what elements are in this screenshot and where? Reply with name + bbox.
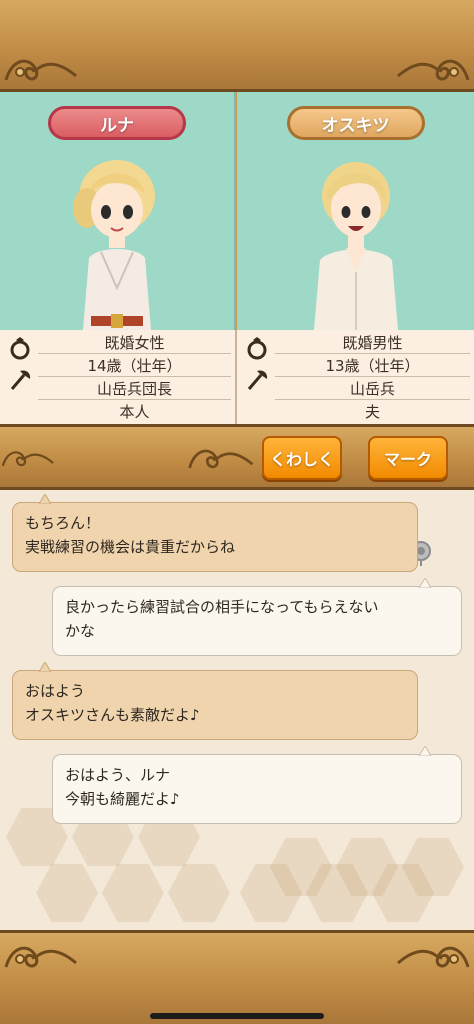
marital-status: 既婚女性 bbox=[38, 331, 231, 354]
age: 13歳（壮年） bbox=[275, 354, 470, 377]
message-line: かな bbox=[65, 622, 96, 640]
avatar-left bbox=[57, 148, 177, 330]
message-line: オスキツさんも素敵だよ♪ bbox=[25, 706, 200, 724]
ring-icon bbox=[245, 336, 269, 360]
avatar-right bbox=[296, 148, 416, 330]
menu-hex-bg bbox=[168, 863, 230, 923]
marital-status: 既婚男性 bbox=[275, 331, 470, 354]
message-line: 良かったら練習試合の相手になってもらえない bbox=[65, 598, 379, 616]
bottom-frame bbox=[0, 930, 474, 1024]
ornament-scroll-icon bbox=[2, 52, 80, 86]
relation: 本人 bbox=[119, 403, 150, 421]
chat-bubble-incoming: おはよう オスキツさんも素敵だよ♪ bbox=[12, 662, 418, 740]
info-panel-right: 既婚男性 13歳（壮年） 山岳兵 夫 bbox=[237, 330, 474, 424]
character-panel-right: オスキツ bbox=[237, 92, 474, 330]
mark-button[interactable]: マーク bbox=[368, 436, 448, 480]
axe-icon bbox=[245, 367, 269, 391]
ring-icon bbox=[8, 336, 32, 360]
character-name-right[interactable]: オスキツ bbox=[286, 106, 425, 140]
chat-bubble-outgoing: 良かったら練習試合の相手になってもらえない かな bbox=[52, 578, 462, 656]
top-frame bbox=[0, 0, 474, 92]
job: 山岳兵 bbox=[275, 377, 470, 400]
ornament-scroll-icon bbox=[394, 52, 472, 86]
axe-icon bbox=[8, 367, 32, 391]
info-panel-left: 既婚女性 14歳（壮年） 山岳兵団長 本人 bbox=[0, 330, 237, 424]
message-line: おはよう bbox=[25, 682, 86, 700]
message-line: もちろん！ bbox=[25, 514, 101, 532]
ornament-scroll-icon bbox=[186, 441, 256, 475]
chat-bubble-outgoing: おはよう、ルナ 今朝も綺麗だよ♪ bbox=[52, 746, 462, 824]
menu-hex-bg bbox=[36, 863, 98, 923]
ornament-scroll-icon bbox=[394, 939, 472, 973]
message-line: おはよう、ルナ bbox=[65, 766, 171, 784]
age: 14歳（壮年） bbox=[38, 354, 231, 377]
details-button[interactable]: くわしく bbox=[262, 436, 342, 480]
menu-hex-bg bbox=[102, 863, 164, 923]
character-panel-left: ルナ bbox=[0, 92, 236, 330]
job: 山岳兵団長 bbox=[38, 377, 231, 400]
ornament-scroll-icon bbox=[0, 441, 56, 475]
ornament-scroll-icon bbox=[2, 939, 80, 973]
relation: 夫 bbox=[364, 403, 380, 421]
character-name-left[interactable]: ルナ bbox=[48, 106, 186, 140]
conversation-log[interactable]: もちろん！ 実戦練習の機会は貴重だからね 良かったら練習試合の相手になってもらえ… bbox=[0, 490, 474, 930]
chat-bubble-incoming: もちろん！ 実戦練習の機会は貴重だからね bbox=[12, 494, 418, 572]
message-line: 実戦練習の機会は貴重だからね bbox=[25, 538, 236, 556]
message-line: 今朝も綺麗だよ♪ bbox=[65, 790, 180, 808]
home-indicator bbox=[150, 1013, 324, 1019]
